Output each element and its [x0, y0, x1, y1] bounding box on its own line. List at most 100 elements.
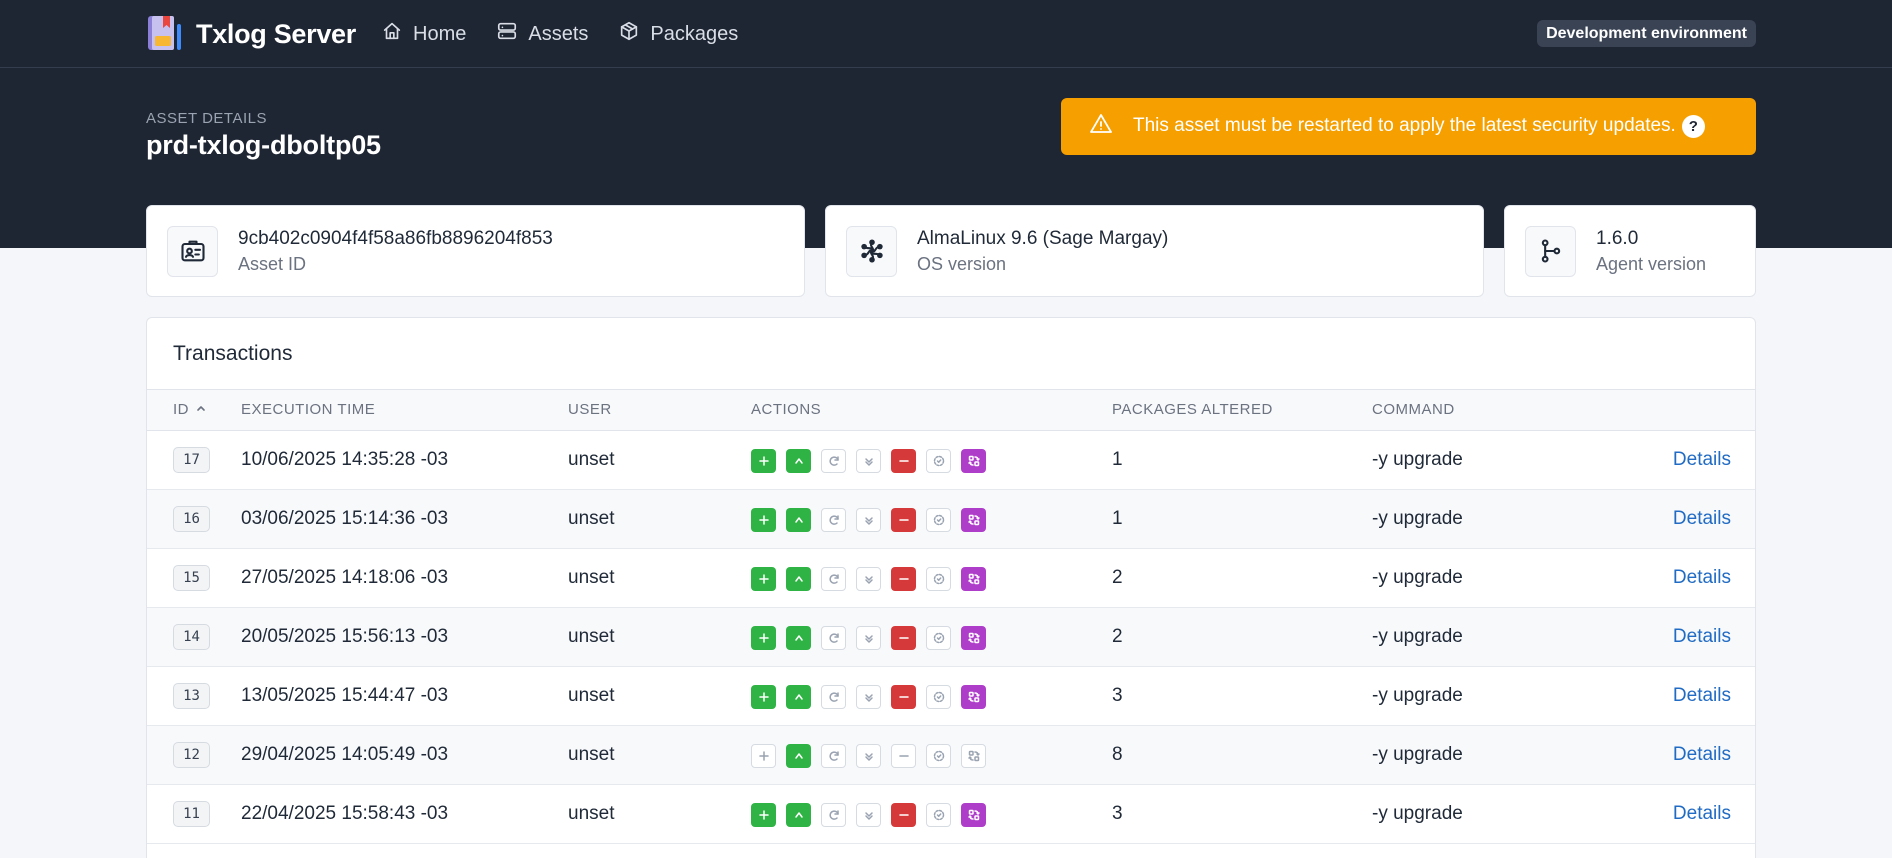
user: unset: [568, 508, 615, 529]
action-upgrade-arrow-up-icon: [786, 744, 811, 768]
details-link[interactable]: Details: [1673, 490, 1731, 548]
transactions-title: Transactions: [173, 342, 293, 365]
action-reason-change-dashed-circle-icon: [926, 685, 951, 709]
column-header-user[interactable]: USER: [568, 390, 612, 430]
actions-indicators: [751, 449, 986, 473]
action-downgrade-arrow-down-icon: [856, 508, 881, 532]
action-remove-minus-icon: [891, 449, 916, 473]
action-reinstall-refresh-icon: [821, 744, 846, 768]
details-link[interactable]: Details: [1673, 608, 1731, 666]
execution-time: 03/06/2025 15:14:36 -03: [241, 508, 449, 529]
action-obsolete-replace-icon: [961, 567, 986, 591]
table-header: ID EXECUTION TIME USER ACTIONS PACKAGES …: [147, 389, 1755, 431]
nav-label: Assets: [528, 22, 589, 45]
environment-badge: Development environment: [1537, 20, 1756, 47]
action-install-plus-icon: [751, 449, 776, 473]
column-header-execution-time[interactable]: EXECUTION TIME: [241, 390, 375, 430]
action-upgrade-arrow-up-icon: [786, 803, 811, 827]
column-header-command[interactable]: COMMAND: [1372, 390, 1455, 430]
main-nav: Home Assets Packages: [381, 16, 738, 52]
actions-indicators: [751, 803, 986, 827]
command: -y upgrade: [1372, 803, 1463, 824]
column-header-packages-altered[interactable]: PACKAGES ALTERED: [1112, 390, 1273, 430]
id-badge-icon: [167, 225, 218, 277]
table-row: 12 29/04/2025 14:05:49 -03 unset 8 -y upgrad…: [147, 726, 1755, 785]
help-icon[interactable]: ?: [1681, 115, 1705, 138]
almalinux-logo-icon: [846, 225, 897, 277]
chevron-up-icon: [195, 390, 207, 430]
table-row: 16 03/06/2025 15:14:36 -03 unset 1 -y upgrad…: [147, 490, 1755, 549]
action-upgrade-arrow-up-icon: [786, 685, 811, 709]
action-reinstall-refresh-icon: [821, 449, 846, 473]
details-link[interactable]: Details: [1673, 549, 1731, 607]
command: -y upgrade: [1372, 744, 1463, 765]
os-version-value: AlmaLinux 9.6 (Sage Margay): [917, 227, 1169, 249]
action-remove-minus-icon: [891, 744, 916, 768]
user: unset: [568, 449, 615, 470]
details-link[interactable]: Details: [1673, 431, 1731, 489]
action-reinstall-refresh-icon: [821, 508, 846, 532]
user: unset: [568, 744, 615, 765]
transactions-card: Transactions ID EXECUTION TIME USER ACTI…: [146, 317, 1756, 858]
action-downgrade-arrow-down-icon: [856, 567, 881, 591]
transaction-id-badge: 14: [173, 624, 210, 650]
table-row: 13 13/05/2025 15:44:47 -03 unset 3 -y upgrad…: [147, 667, 1755, 726]
nav-label: Packages: [650, 22, 739, 45]
actions-indicators: [751, 744, 986, 768]
actions-indicators: [751, 685, 986, 709]
home-icon: [381, 20, 403, 48]
action-obsolete-replace-icon: [961, 685, 986, 709]
action-install-plus-icon: [751, 744, 776, 768]
command: -y upgrade: [1372, 449, 1463, 470]
packages-altered: 3: [1112, 685, 1123, 706]
action-reason-change-dashed-circle-icon: [926, 803, 951, 827]
action-reinstall-refresh-icon: [821, 567, 846, 591]
transaction-id-badge: 15: [173, 565, 210, 591]
action-upgrade-arrow-up-icon: [786, 449, 811, 473]
execution-time: 27/05/2025 14:18:06 -03: [241, 567, 449, 588]
nav-item-home[interactable]: Home: [381, 20, 466, 48]
action-install-plus-icon: [751, 567, 776, 591]
action-reason-change-dashed-circle-icon: [926, 567, 951, 591]
actions-indicators: [751, 508, 986, 532]
action-reinstall-refresh-icon: [821, 685, 846, 709]
transaction-id-badge: 12: [173, 742, 210, 768]
page-eyebrow: ASSET DETAILS: [146, 110, 267, 127]
navbar: Txlog Server Home Assets Packages Develo…: [0, 0, 1892, 68]
agent-version-value: 1.6.0: [1596, 227, 1639, 249]
warning-icon: [1089, 112, 1113, 142]
command: -y upgrade: [1372, 626, 1463, 647]
user: unset: [568, 567, 615, 588]
brand[interactable]: Txlog Server: [146, 14, 356, 54]
details-link[interactable]: Details: [1673, 785, 1731, 843]
packages-altered: 1: [1112, 449, 1123, 470]
action-downgrade-arrow-down-icon: [856, 685, 881, 709]
action-remove-minus-icon: [891, 508, 916, 532]
packages-altered: 3: [1112, 803, 1123, 824]
details-link[interactable]: Details: [1673, 667, 1731, 725]
execution-time: 13/05/2025 15:44:47 -03: [241, 685, 449, 706]
action-downgrade-arrow-down-icon: [856, 744, 881, 768]
os-version-label: OS version: [917, 253, 1007, 274]
table-row: 17 10/06/2025 14:35:28 -03 unset 1 -y upgrad…: [147, 431, 1755, 490]
action-upgrade-arrow-up-icon: [786, 567, 811, 591]
command: -y upgrade: [1372, 508, 1463, 529]
action-obsolete-replace-icon: [961, 449, 986, 473]
asset-id-label: Asset ID: [238, 253, 307, 274]
git-branch-icon: [1525, 225, 1576, 277]
column-header-id[interactable]: ID: [173, 390, 207, 430]
server-icon: [496, 20, 518, 48]
nav-item-assets[interactable]: Assets: [496, 20, 588, 48]
action-reason-change-dashed-circle-icon: [926, 508, 951, 532]
page-title: prd-txlog-dboltp05: [146, 130, 381, 160]
action-obsolete-replace-icon: [961, 744, 986, 768]
command: -y upgrade: [1372, 685, 1463, 706]
nav-item-packages[interactable]: Packages: [618, 20, 738, 48]
user: unset: [568, 803, 615, 824]
action-install-plus-icon: [751, 626, 776, 650]
action-remove-minus-icon: [891, 567, 916, 591]
agent-version-label: Agent version: [1596, 253, 1707, 274]
action-upgrade-arrow-up-icon: [786, 508, 811, 532]
details-link[interactable]: Details: [1673, 726, 1731, 784]
transaction-id-badge: 16: [173, 506, 210, 532]
